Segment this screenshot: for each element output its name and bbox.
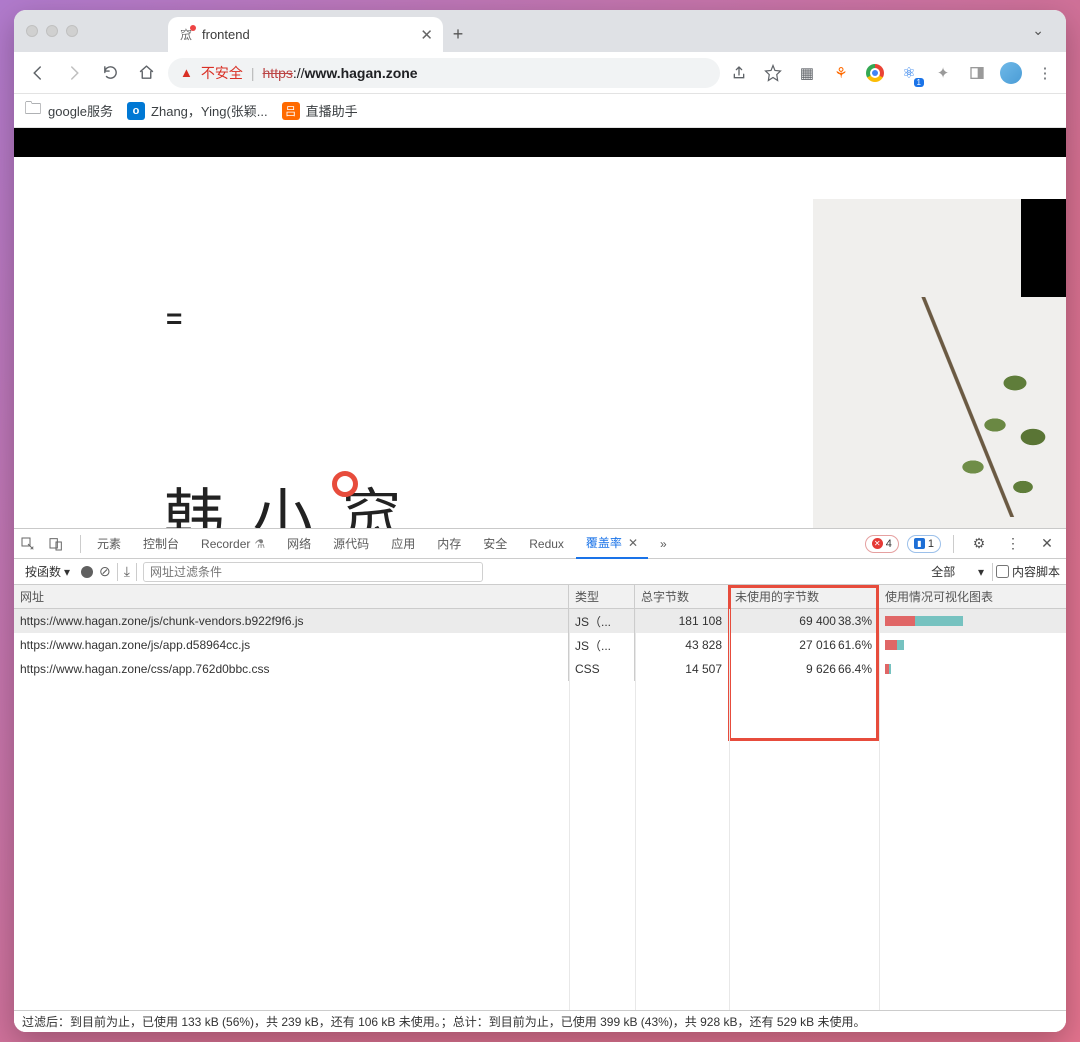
profile-avatar-icon[interactable] xyxy=(1000,62,1022,84)
device-toolbar-icon[interactable] xyxy=(48,536,74,552)
tab-network[interactable]: 网络 xyxy=(277,529,321,559)
insecure-label: 不安全 xyxy=(201,63,243,83)
url-filter-input[interactable] xyxy=(143,562,483,582)
col-total-header[interactable]: 总字节数 xyxy=(635,585,729,608)
hero-black-block xyxy=(1021,199,1066,297)
col-type-header[interactable]: 类型 xyxy=(569,585,635,608)
browser-window: 窊 frontend ✕ + ⌄ ▲ 不安全 | https://www.hag… xyxy=(14,10,1066,1032)
address-bar[interactable]: ▲ 不安全 | https://www.hagan.zone xyxy=(168,58,720,88)
url-text: https://www.hagan.zone xyxy=(263,65,418,81)
tab-strip: 窊 frontend ✕ + ⌄ xyxy=(14,10,1066,52)
tab-recorder[interactable]: Recorder⚗ xyxy=(191,529,275,559)
tab-security[interactable]: 安全 xyxy=(473,529,517,559)
page-content: = 韩 小 窊 xyxy=(14,128,1066,528)
tab-overflow-icon[interactable]: ⌄ xyxy=(1032,22,1044,39)
window-controls[interactable] xyxy=(26,10,78,52)
qr-extension-icon[interactable]: ▦ xyxy=(796,62,818,84)
bookmark-label: 直播助手 xyxy=(306,101,358,120)
reload-button[interactable] xyxy=(96,59,124,87)
extensions-puzzle-icon[interactable]: ✦ xyxy=(932,62,954,84)
maximize-window-dot[interactable] xyxy=(66,25,78,37)
info-count-pill[interactable]: ▮1 xyxy=(907,535,941,553)
devtools-close-icon[interactable]: ✕ xyxy=(1034,535,1060,552)
side-panel-icon[interactable] xyxy=(966,62,988,84)
chrome-menu-icon[interactable]: ⋮ xyxy=(1034,62,1056,84)
col-viz-header[interactable]: 使用情况可视化图表 xyxy=(879,585,1066,608)
clear-icon[interactable]: ⊘ xyxy=(99,563,111,580)
share-icon[interactable] xyxy=(728,62,750,84)
forward-button[interactable] xyxy=(60,59,88,87)
tab-elements[interactable]: 元素 xyxy=(87,529,131,559)
scope-dropdown[interactable]: 全部 ▾ xyxy=(926,562,989,581)
bookmark-folder-google[interactable]: 🗀 google服务 xyxy=(24,101,113,120)
coverage-status-bar: 过滤后：到目前为止，已使用 133 kB (56%)，共 239 kB，还有 1… xyxy=(14,1010,1066,1032)
bookmark-star-icon[interactable] xyxy=(762,62,784,84)
folder-icon: 🗀 xyxy=(24,102,42,120)
tab-memory[interactable]: 内存 xyxy=(427,529,471,559)
tab-coverage[interactable]: 覆盖率✕ xyxy=(576,529,648,559)
hamburger-icon[interactable]: = xyxy=(166,303,179,335)
coverage-table-header: 网址 类型 总字节数 未使用的字节数 使用情况可视化图表 xyxy=(14,585,1066,609)
col-url-header[interactable]: 网址 xyxy=(14,585,569,608)
bookmark-outlook[interactable]: o Zhang，Ying(张颖... xyxy=(127,101,268,120)
stream-icon: 吕 xyxy=(282,102,300,120)
close-tab-icon[interactable]: ✕ xyxy=(420,26,433,44)
bookmark-label: google服务 xyxy=(48,101,113,120)
bookmarks-bar: 🗀 google服务 o Zhang，Ying(张颖... 吕 直播助手 xyxy=(14,94,1066,128)
navigation-bar: ▲ 不安全 | https://www.hagan.zone ▦ ⚘ ⚛1 ✦ … xyxy=(14,52,1066,94)
new-tab-button[interactable]: + xyxy=(443,17,473,52)
close-tab-icon[interactable]: ✕ xyxy=(628,536,638,550)
per-function-dropdown[interactable]: 按函数▾ xyxy=(20,562,75,581)
tab-sources[interactable]: 源代码 xyxy=(323,529,379,559)
status-text: 过滤后：到目前为止，已使用 133 kB (56%)，共 239 kB，还有 1… xyxy=(22,1013,866,1030)
content-script-label: 内容脚本 xyxy=(1012,563,1060,580)
tab-title: frontend xyxy=(202,27,250,42)
bookmark-stream[interactable]: 吕 直播助手 xyxy=(282,101,358,120)
record-button[interactable] xyxy=(81,566,93,578)
coverage-grid-bg xyxy=(14,609,1066,1010)
coverage-toolbar: 按函数▾ ⊘ ⤓ 全部 ▾ 内容脚本 xyxy=(14,559,1066,585)
close-window-dot[interactable] xyxy=(26,25,38,37)
ext-chrome-icon[interactable] xyxy=(864,62,886,84)
ext-react-icon[interactable]: ⚛1 xyxy=(898,62,920,84)
browser-tab[interactable]: 窊 frontend ✕ xyxy=(168,17,443,52)
col-unused-header[interactable]: 未使用的字节数 xyxy=(729,585,879,608)
bookmark-label: Zhang，Ying(张颖... xyxy=(151,101,268,120)
tab-application[interactable]: 应用 xyxy=(381,529,425,559)
ext-orange-icon[interactable]: ⚘ xyxy=(830,62,852,84)
flask-icon: ⚗ xyxy=(254,537,265,551)
content-script-checkbox[interactable] xyxy=(996,565,1009,578)
devtools-tab-bar: 元素 控制台 Recorder⚗ 网络 源代码 应用 内存 安全 Redux 覆… xyxy=(14,529,1066,559)
favicon-icon: 窊 xyxy=(178,27,194,43)
inspect-element-icon[interactable] xyxy=(20,536,46,552)
tab-overflow[interactable]: » xyxy=(650,529,677,559)
error-count-pill[interactable]: ✕4 xyxy=(865,535,899,553)
settings-gear-icon[interactable]: ⚙ xyxy=(966,535,992,552)
devtools-panel: 元素 控制台 Recorder⚗ 网络 源代码 应用 内存 安全 Redux 覆… xyxy=(14,528,1066,1032)
page-top-bar xyxy=(14,128,1066,157)
export-icon[interactable]: ⤓ xyxy=(124,563,130,580)
red-ring-decor xyxy=(332,471,358,497)
home-button[interactable] xyxy=(132,59,160,87)
tab-console[interactable]: 控制台 xyxy=(133,529,189,559)
insecure-warning-icon: ▲ xyxy=(180,65,193,80)
back-button[interactable] xyxy=(24,59,52,87)
minimize-window-dot[interactable] xyxy=(46,25,58,37)
tab-redux[interactable]: Redux xyxy=(519,529,574,559)
toolbar-right-icons: ▦ ⚘ ⚛1 ✦ ⋮ xyxy=(728,62,1056,84)
devtools-menu-icon[interactable]: ⋮ xyxy=(1000,535,1026,552)
outlook-icon: o xyxy=(127,102,145,120)
